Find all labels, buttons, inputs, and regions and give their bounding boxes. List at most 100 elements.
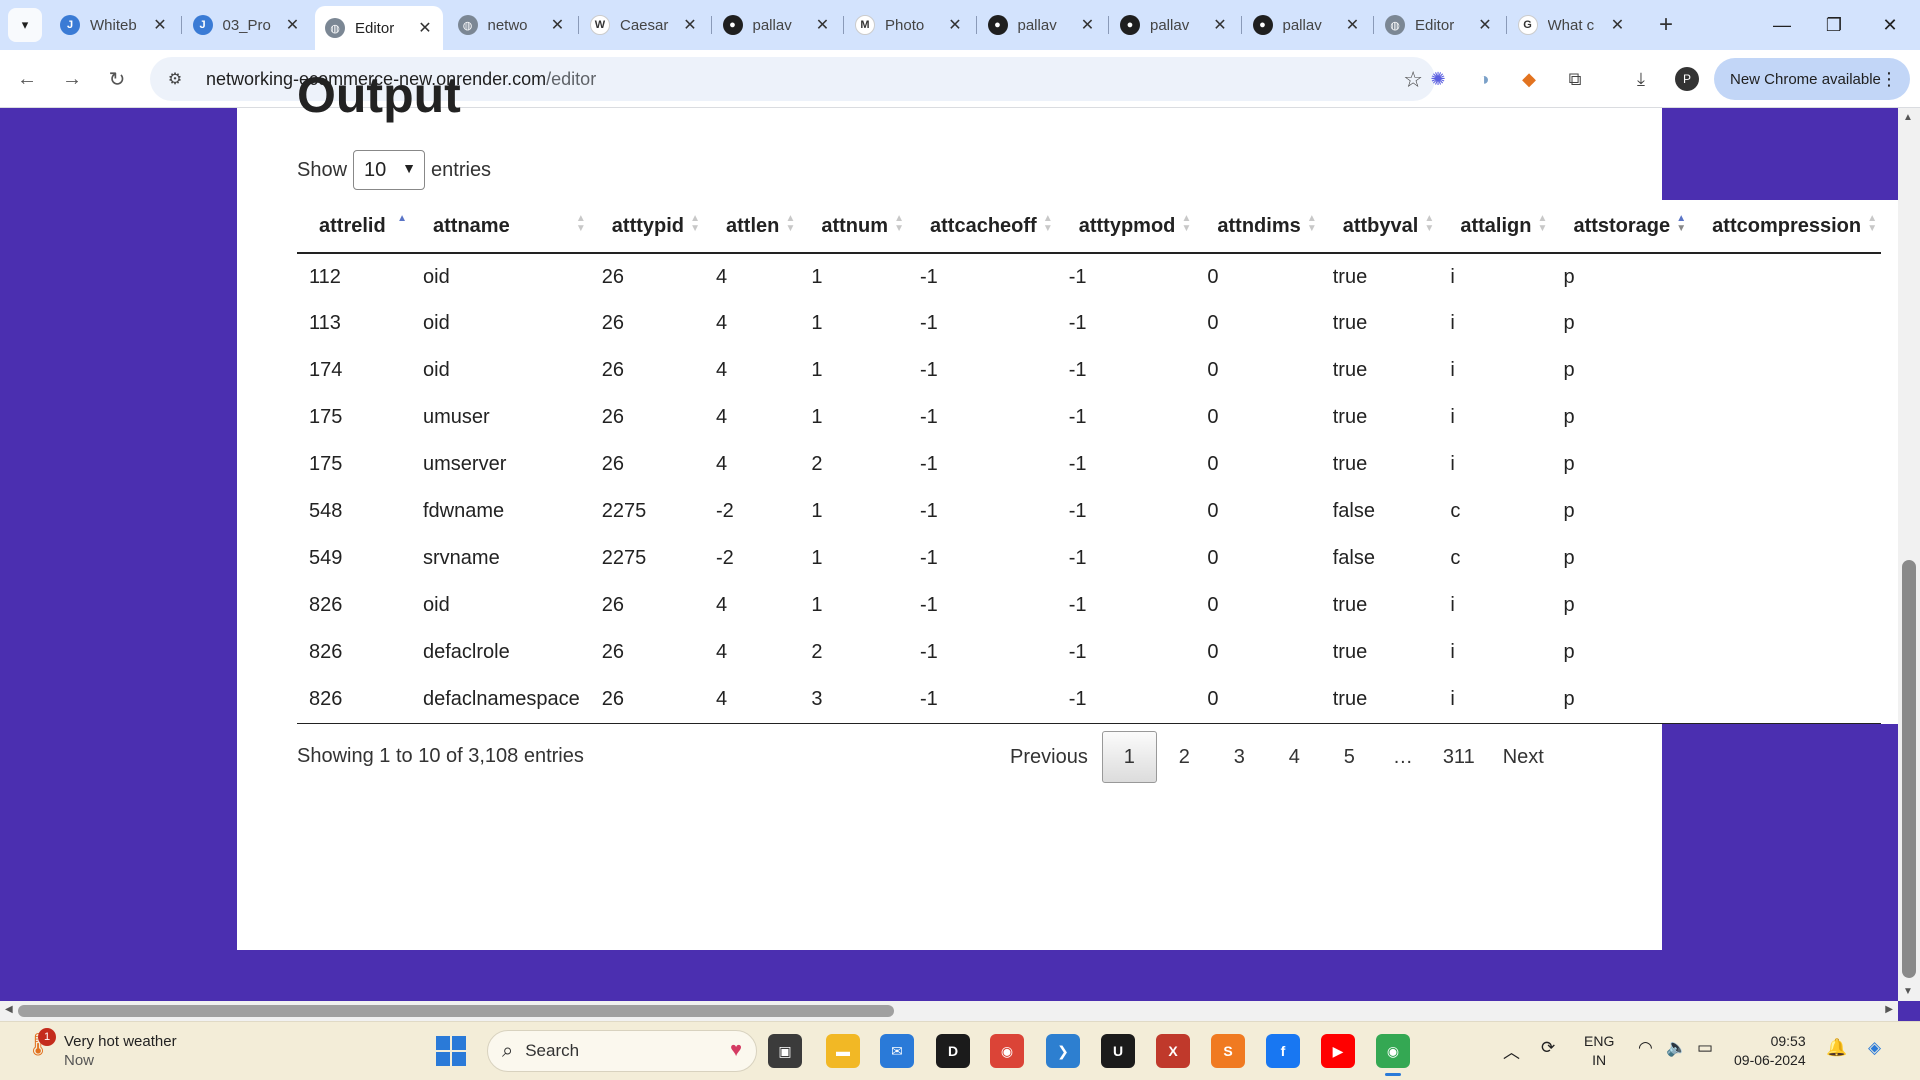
site-info-icon[interactable]: ⚙ bbox=[164, 68, 186, 90]
close-tab-icon[interactable]: ✕ bbox=[815, 15, 831, 35]
language-indicator[interactable]: ENG IN bbox=[1584, 1032, 1614, 1070]
scroll-right-icon[interactable]: ▶ bbox=[1885, 1004, 1893, 1015]
notification-bell-icon[interactable]: 🔔 bbox=[1826, 1038, 1847, 1058]
close-tab-icon[interactable]: ✕ bbox=[1477, 15, 1493, 35]
column-header-atttypmod[interactable]: atttypmod ▲ ▼ bbox=[1056, 200, 1196, 254]
tab-search-button[interactable]: ▾ bbox=[8, 8, 42, 42]
extension-puzzle-blue-icon[interactable]: ✺ bbox=[1425, 66, 1451, 92]
browser-tab[interactable]: M Photo ✕ bbox=[845, 8, 973, 42]
pagination-page-4[interactable]: 4 bbox=[1267, 731, 1322, 783]
browser-tab[interactable]: W Caesar ✕ bbox=[580, 8, 708, 42]
column-header-atttypid[interactable]: atttypid ▲ ▼ bbox=[589, 200, 704, 254]
column-header-attrelid[interactable]: attrelid ▲ bbox=[297, 200, 411, 254]
close-tab-icon[interactable]: ✕ bbox=[152, 15, 168, 35]
scroll-left-icon[interactable]: ◀ bbox=[5, 1004, 13, 1015]
browser-tab[interactable]: ● pallav ✕ bbox=[713, 8, 841, 42]
weather-widget[interactable]: 🌡 1 Very hot weather Now bbox=[24, 1028, 177, 1070]
cell-attnum: 3 bbox=[799, 676, 909, 724]
new-chrome-available-button[interactable]: New Chrome available ⋮ bbox=[1714, 58, 1910, 100]
horizontal-scrollbar[interactable]: ◀ ▶ bbox=[0, 1001, 1898, 1021]
browser-tab[interactable]: ◍ Editor ✕ bbox=[315, 6, 443, 50]
wifi-icon[interactable]: ◠ bbox=[1638, 1038, 1653, 1058]
page-length-select[interactable]: 10 ▼ bbox=[353, 150, 426, 190]
profile-avatar[interactable]: P bbox=[1675, 67, 1699, 91]
column-header-attname[interactable]: attname ▲ ▼ bbox=[411, 200, 590, 254]
horizontal-scroll-thumb[interactable] bbox=[18, 1005, 894, 1017]
vscode-icon[interactable]: ❯ bbox=[1046, 1034, 1080, 1068]
close-tab-icon[interactable]: ✕ bbox=[550, 15, 566, 35]
chrome-icon[interactable]: ◉ bbox=[990, 1034, 1024, 1068]
scroll-down-icon[interactable]: ▼ bbox=[1903, 986, 1913, 997]
pagination-page-3[interactable]: 3 bbox=[1212, 731, 1267, 783]
metamask-fox-icon[interactable]: ◆ bbox=[1516, 66, 1542, 92]
reload-button[interactable]: ↻ bbox=[102, 64, 132, 94]
close-tab-icon[interactable]: ✕ bbox=[1345, 15, 1361, 35]
unreal-icon[interactable]: U bbox=[1101, 1034, 1135, 1068]
column-header-attndims[interactable]: attndims ▲ ▼ bbox=[1195, 200, 1321, 254]
close-tab-icon[interactable]: ✕ bbox=[1080, 15, 1096, 35]
pagination-page-1[interactable]: 1 bbox=[1101, 731, 1157, 783]
restore-button[interactable]: ❐ bbox=[1810, 8, 1858, 42]
new-tab-button[interactable]: + bbox=[1651, 10, 1681, 40]
browser-tab[interactable]: G What c ✕ bbox=[1508, 8, 1636, 42]
vertical-scroll-thumb[interactable] bbox=[1902, 560, 1916, 978]
task-view-icon[interactable]: ▣ bbox=[768, 1034, 802, 1068]
close-tab-icon[interactable]: ✕ bbox=[1610, 15, 1626, 35]
downloads-icon[interactable]: ⤓ bbox=[1628, 66, 1654, 92]
show-hidden-icons-chevron-icon[interactable]: ︿ bbox=[1503, 1038, 1520, 1063]
battery-icon[interactable]: ▭ bbox=[1697, 1038, 1713, 1058]
column-header-attnum[interactable]: attnum ▲ ▼ bbox=[799, 200, 909, 254]
forward-button[interactable]: → bbox=[57, 64, 87, 94]
column-header-attalign[interactable]: attalign ▲ ▼ bbox=[1438, 200, 1552, 254]
column-header-attstorage[interactable]: attstorage ▲ ▼ bbox=[1551, 200, 1691, 254]
file-explorer-icon[interactable]: ▬ bbox=[826, 1034, 860, 1068]
column-header-attcacheoff[interactable]: attcacheoff ▲ ▼ bbox=[908, 200, 1057, 254]
youtube-icon[interactable]: ▶ bbox=[1321, 1034, 1355, 1068]
pagination-page-5[interactable]: 5 bbox=[1322, 731, 1377, 783]
mail-icon[interactable]: ✉ bbox=[880, 1034, 914, 1068]
browser-tab[interactable]: ◍ Editor ✕ bbox=[1375, 8, 1503, 42]
xampp-icon[interactable]: X bbox=[1156, 1034, 1190, 1068]
bookmark-star-icon[interactable]: ☆ bbox=[1403, 67, 1423, 93]
pagination-previous[interactable]: Previous bbox=[996, 731, 1102, 783]
pagination-page-2[interactable]: 2 bbox=[1157, 731, 1212, 783]
browser-tab[interactable]: ● pallav ✕ bbox=[1110, 8, 1238, 42]
sync-icon[interactable]: ⟳ bbox=[1541, 1038, 1555, 1058]
cell-atttypid: 2275 bbox=[601, 547, 647, 569]
close-tab-icon[interactable]: ✕ bbox=[947, 15, 963, 35]
column-header-attbyval[interactable]: attbyval ▲ ▼ bbox=[1320, 200, 1439, 254]
close-tab-icon[interactable]: ✕ bbox=[1212, 15, 1228, 35]
dell-icon[interactable]: D bbox=[936, 1034, 970, 1068]
browser-tab[interactable]: ● pallav ✕ bbox=[978, 8, 1106, 42]
pagination-page-311[interactable]: 311 bbox=[1429, 731, 1489, 783]
start-button[interactable] bbox=[436, 1036, 466, 1066]
sort-icon: ▲ ▼ bbox=[785, 213, 796, 234]
close-window-button[interactable]: ✕ bbox=[1866, 8, 1914, 42]
browser-tab[interactable]: ● pallav ✕ bbox=[1243, 8, 1371, 42]
close-tab-icon[interactable]: ✕ bbox=[682, 15, 698, 35]
minimize-button[interactable]: — bbox=[1758, 8, 1806, 42]
extensions-puzzle-icon[interactable]: ⧉ bbox=[1562, 66, 1588, 92]
vertical-scrollbar[interactable]: ▲ ▼ bbox=[1898, 108, 1920, 1001]
back-button[interactable]: ← bbox=[12, 64, 42, 94]
sublime-icon[interactable]: S bbox=[1211, 1034, 1245, 1068]
chrome-active-icon[interactable]: ◉ bbox=[1376, 1034, 1410, 1076]
browser-tab[interactable]: J 03_Pro ✕ bbox=[183, 8, 311, 42]
browser-tab[interactable]: ◍ netwo ✕ bbox=[448, 8, 576, 42]
browser-tab[interactable]: J Whiteb ✕ bbox=[50, 8, 178, 42]
cell-attname: oid bbox=[423, 312, 450, 334]
close-tab-icon[interactable]: ✕ bbox=[285, 15, 301, 35]
clock[interactable]: 09:53 09-06-2024 bbox=[1734, 1032, 1806, 1070]
facebook-icon[interactable]: f bbox=[1266, 1034, 1300, 1068]
extension-swirl-icon[interactable]: ◑ bbox=[1471, 66, 1497, 92]
pagination-next[interactable]: Next bbox=[1489, 731, 1558, 783]
close-tab-icon[interactable]: ✕ bbox=[417, 18, 433, 38]
copilot-icon[interactable]: ◈ bbox=[1868, 1038, 1881, 1058]
cell-attname: srvname bbox=[423, 547, 500, 569]
column-header-attcompression[interactable]: attcompression ▲ ▼ bbox=[1690, 200, 1882, 254]
taskbar-search[interactable]: ⌕ Search ♥ bbox=[487, 1030, 757, 1072]
table-row: 548 fdwname 2275 -2 1 -1 -1 0 false c p bbox=[297, 488, 1881, 535]
volume-icon[interactable]: 🔈 bbox=[1666, 1038, 1687, 1058]
column-header-attlen[interactable]: attlen ▲ ▼ bbox=[704, 200, 800, 254]
scroll-up-icon[interactable]: ▲ bbox=[1903, 112, 1913, 123]
